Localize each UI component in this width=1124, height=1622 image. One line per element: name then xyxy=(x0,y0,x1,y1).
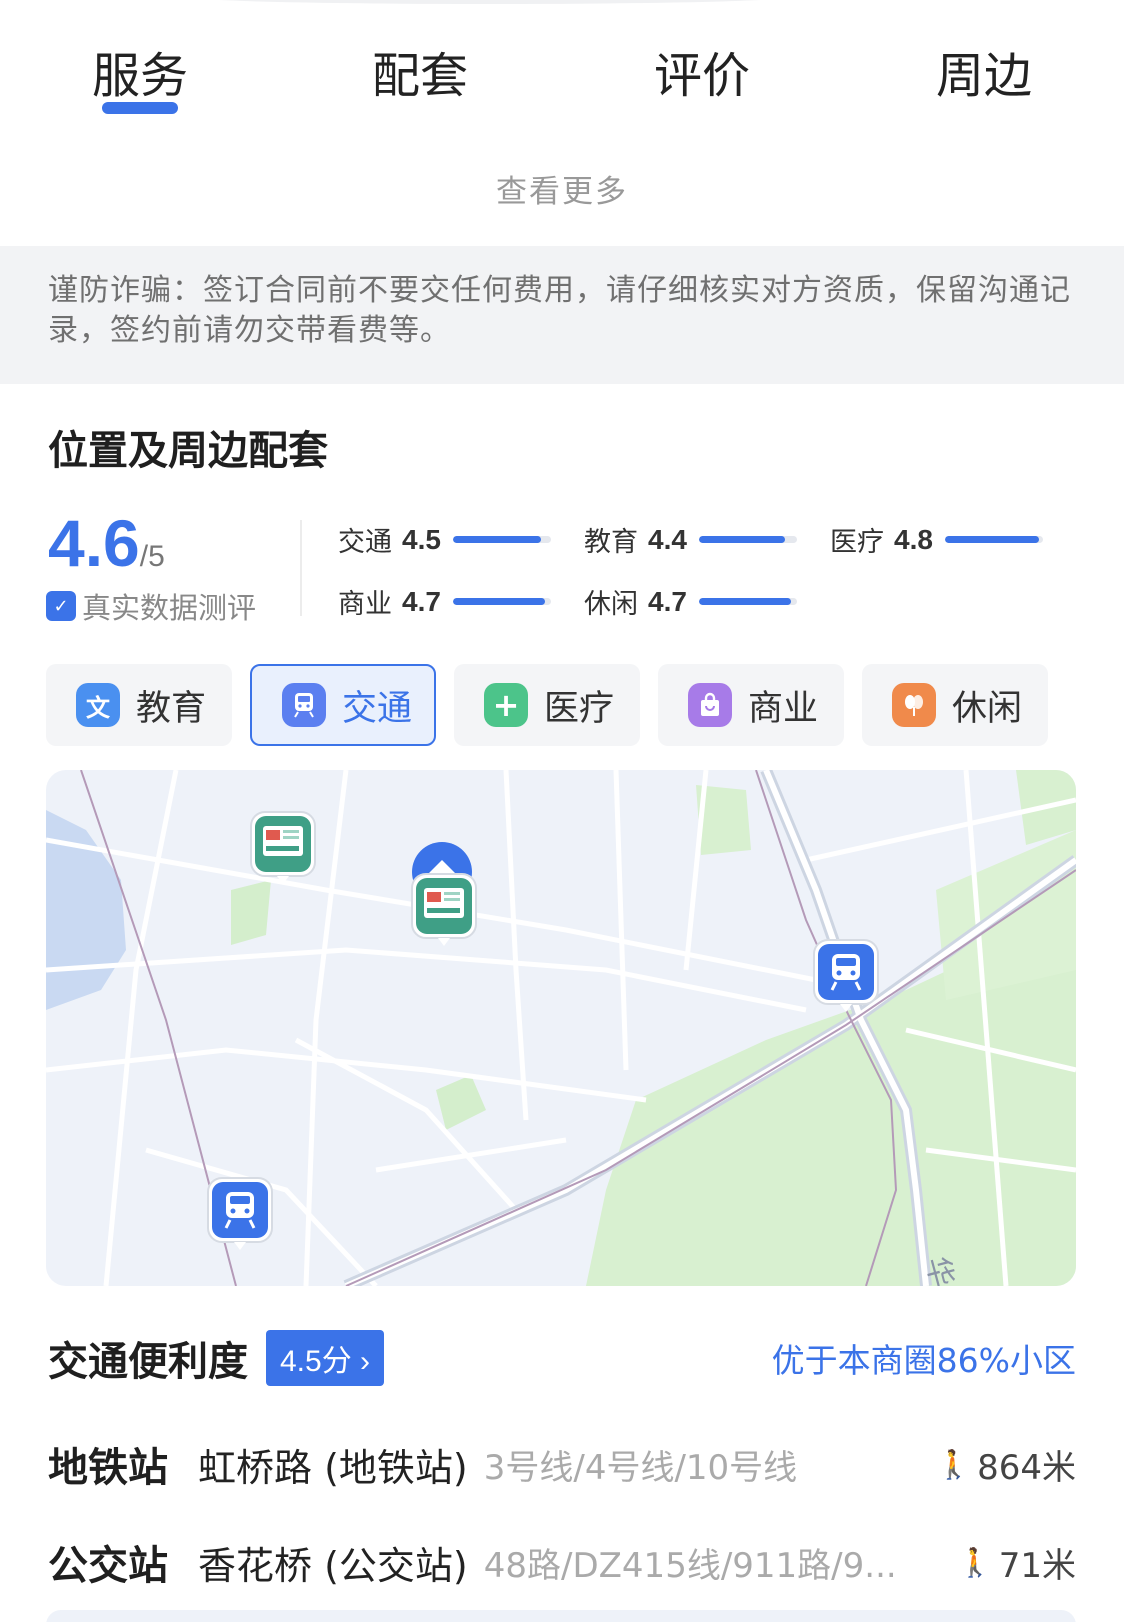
shopping-icon xyxy=(688,683,732,727)
poi-distance: 🚶 864米 xyxy=(936,1440,1076,1489)
section-title: 位置及周边配套 xyxy=(48,428,328,474)
metric-bar-fill xyxy=(452,598,546,605)
metric-name: 商业 xyxy=(338,589,392,620)
metric-bar xyxy=(698,598,797,605)
poi-row-bus[interactable]: 公交站 香花桥 (公交站) 48路/DZ415线/911路/9... 🚶 71米 xyxy=(48,1532,1076,1592)
tab-service[interactable]: 服务 xyxy=(60,36,220,106)
see-more-link[interactable]: 查看更多 xyxy=(0,166,1124,211)
category-chip-education[interactable]: 文 教育 xyxy=(46,664,232,746)
shopping-bag-icon xyxy=(701,692,719,716)
category-chip-label: 教育 xyxy=(136,688,207,729)
transit-icon xyxy=(282,683,326,727)
poi-distance-value: 71米 xyxy=(998,1545,1076,1586)
overall-score-denominator: /5 xyxy=(139,540,165,573)
top-handle xyxy=(190,0,790,4)
divider xyxy=(300,520,302,616)
category-chip-label: 休闲 xyxy=(952,688,1023,729)
metric-value: 4.7 xyxy=(648,585,687,617)
poi-lines: 48路/DZ415线/911路/9... xyxy=(483,1545,897,1586)
category-chip-commerce[interactable]: 商业 xyxy=(658,664,844,746)
map-canvas: 华山路 xyxy=(46,770,1076,1286)
medical-icon: + xyxy=(484,683,528,727)
train-icon xyxy=(294,693,314,718)
walking-icon: 🚶 xyxy=(957,1545,993,1579)
metric-name: 交通 xyxy=(338,527,392,558)
tab-reviews[interactable]: 评价 xyxy=(622,36,782,106)
subway-station-marker xyxy=(813,939,879,1012)
metric-value: 4.5 xyxy=(402,523,441,555)
poi-name: 虹桥路 (地铁站) xyxy=(198,1445,468,1490)
bus-stop-marker xyxy=(250,811,316,884)
poi-lines: 3号线/4号线/10号线 xyxy=(483,1447,798,1488)
leisure-icon xyxy=(892,683,936,727)
metric-bar xyxy=(944,536,1043,543)
tab-facilities[interactable]: 配套 xyxy=(340,36,500,106)
metric-bar xyxy=(452,598,551,605)
convenience-title: 交通便利度 xyxy=(48,1339,248,1385)
leaf-icon xyxy=(905,695,923,716)
category-chip-medical[interactable]: + 医疗 xyxy=(454,664,640,746)
walking-icon: 🚶 xyxy=(936,1447,972,1481)
metric-value: 4.8 xyxy=(894,523,933,555)
score-source: ✓ 真实数据测评 xyxy=(46,585,256,627)
category-chip-label: 商业 xyxy=(748,688,819,729)
tab-bar: 服务 配套 评价 周边 xyxy=(0,30,1124,120)
park-area xyxy=(231,880,271,945)
metric-name: 医疗 xyxy=(830,527,884,558)
metric-medical: 医疗 4.8 xyxy=(830,520,1043,559)
category-filter: 文 教育 交通 + 医疗 商业 休闲 xyxy=(46,664,1076,748)
park-area xyxy=(436,1075,486,1130)
poi-type: 地铁站 xyxy=(48,1445,168,1491)
metric-name: 教育 xyxy=(584,527,638,558)
metric-bar xyxy=(698,536,797,543)
map-view[interactable]: 华山路 xyxy=(46,770,1076,1286)
tab-nearby[interactable]: 周边 xyxy=(904,36,1064,106)
education-icon: 文 xyxy=(76,683,120,727)
metric-value: 4.7 xyxy=(402,585,441,617)
bus-stop-marker xyxy=(411,873,477,946)
metric-commerce: 商业 4.7 xyxy=(338,582,551,621)
next-card-edge xyxy=(46,1610,1076,1622)
metric-transit: 交通 4.5 xyxy=(338,520,551,559)
convenience-comparison: 优于本商圈86%小区 xyxy=(771,1341,1076,1380)
overall-score: 4.6/5 xyxy=(48,505,165,581)
metric-education: 教育 4.4 xyxy=(584,520,797,559)
category-chip-label: 医疗 xyxy=(544,688,615,729)
metric-value: 4.4 xyxy=(648,523,687,555)
category-chip-leisure[interactable]: 休闲 xyxy=(862,664,1048,746)
metric-bar-fill xyxy=(452,536,542,543)
poi-distance-value: 864米 xyxy=(977,1447,1076,1488)
metric-bar-fill xyxy=(944,536,1040,543)
score-source-label: 真实数据测评 xyxy=(82,591,257,625)
active-tab-indicator xyxy=(102,102,178,114)
metric-name: 休闲 xyxy=(584,589,638,620)
overall-score-value: 4.6 xyxy=(48,506,140,580)
fraud-warning-notice: 谨防诈骗：签订合同前不要交任何费用，请仔细核实对方资质，保留沟通记录，签约前请勿… xyxy=(0,246,1124,384)
subway-station-marker xyxy=(207,1177,273,1250)
category-chip-transit[interactable]: 交通 xyxy=(250,664,436,746)
verified-shield-icon: ✓ xyxy=(46,591,76,621)
convenience-score-badge[interactable]: 4.5分 › xyxy=(266,1330,385,1386)
metric-bar xyxy=(452,536,551,543)
poi-distance: 🚶 71米 xyxy=(958,1538,1076,1587)
category-chip-label: 交通 xyxy=(342,688,413,729)
poi-row-subway[interactable]: 地铁站 虹桥路 (地铁站) 3号线/4号线/10号线 🚶 864米 xyxy=(48,1434,1076,1494)
transit-convenience: 交通便利度 4.5分 › 优于本商圈86%小区 xyxy=(48,1330,1076,1386)
poi-type: 公交站 xyxy=(48,1543,168,1589)
poi-name: 香花桥 (公交站) xyxy=(198,1543,468,1588)
metric-bar-fill xyxy=(698,536,786,543)
metric-bar-fill xyxy=(698,598,792,605)
metric-leisure: 休闲 4.7 xyxy=(584,582,797,621)
